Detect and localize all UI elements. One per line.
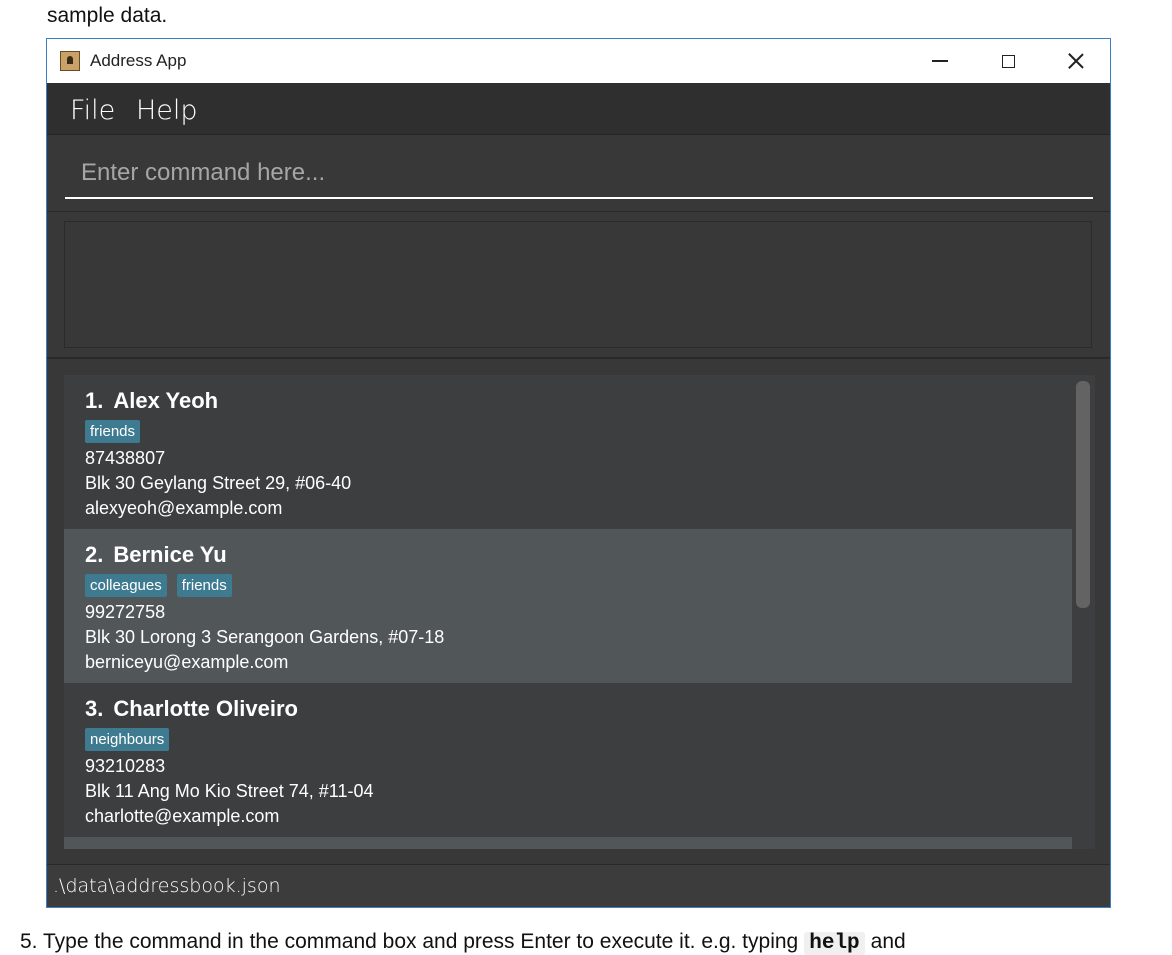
- close-button[interactable]: [1053, 45, 1099, 77]
- maximize-icon: [1001, 54, 1015, 68]
- person-email: alexyeoh@example.com: [85, 498, 283, 518]
- minimize-button[interactable]: [917, 45, 963, 77]
- status-file-path: .\data\addressbook.json: [53, 875, 281, 897]
- person-index: 3.: [85, 696, 104, 721]
- person-tags: neighbours: [85, 728, 170, 751]
- tag-label: colleagues: [85, 574, 167, 597]
- person-name: Alex Yeoh: [113, 388, 219, 413]
- person-address: Blk 30 Lorong 3 Serangoon Gardens, #07-1…: [85, 627, 445, 647]
- person-card[interactable]: 2. Bernice Yu colleagues friends 99272758…: [64, 529, 1072, 683]
- person-email: charlotte@example.com: [85, 806, 280, 826]
- minimize-icon: [932, 60, 948, 62]
- close-icon: [1068, 53, 1084, 69]
- section-divider: [47, 357, 1110, 359]
- command-box-area: [47, 135, 1110, 212]
- menu-bar: File Help: [47, 83, 1110, 135]
- person-header: 1. Alex Yeoh: [85, 388, 218, 414]
- tag-label: neighbours: [85, 728, 170, 751]
- person-index: 2.: [85, 542, 104, 567]
- person-tags: friends: [85, 420, 141, 443]
- person-card-partial[interactable]: [64, 837, 1072, 849]
- person-card[interactable]: 3. Charlotte Oliveiro neighbours 93210283…: [64, 683, 1072, 837]
- window-title: Address App: [90, 51, 187, 70]
- menu-file[interactable]: File: [70, 95, 115, 126]
- person-header: 3. Charlotte Oliveiro: [85, 696, 298, 722]
- person-tags: colleagues friends: [85, 574, 232, 597]
- person-phone: 87438807: [85, 448, 166, 468]
- status-bar: .\data\addressbook.json: [47, 864, 1110, 907]
- command-input[interactable]: [65, 149, 1093, 199]
- person-phone: 99272758: [85, 602, 166, 622]
- address-book-icon: [60, 51, 80, 71]
- person-name: Charlotte Oliveiro: [113, 696, 298, 721]
- person-address: Blk 30 Geylang Street 29, #06-40: [85, 473, 352, 493]
- title-bar[interactable]: Address App: [47, 39, 1110, 83]
- tag-label: friends: [176, 574, 232, 597]
- result-display[interactable]: [64, 221, 1092, 348]
- person-header: 2. Bernice Yu: [85, 542, 227, 568]
- person-index: 1.: [85, 388, 104, 413]
- person-card[interactable]: 1. Alex Yeoh friends 87438807 Blk 30 Geyl…: [64, 375, 1072, 529]
- menu-help[interactable]: Help: [136, 95, 198, 126]
- address-app-window: Address App File Help 1. Alex Yeoh friend…: [46, 38, 1111, 908]
- document-text-top: sample data.: [47, 4, 168, 27]
- person-list[interactable]: 1. Alex Yeoh friends 87438807 Blk 30 Geyl…: [64, 375, 1072, 849]
- scrollbar-thumb[interactable]: [1076, 381, 1090, 608]
- person-phone: 93210283: [85, 756, 166, 776]
- inline-code: help: [804, 932, 865, 955]
- document-instruction-suffix: and: [870, 930, 906, 953]
- person-email: berniceyu@example.com: [85, 652, 289, 672]
- document-instruction: 5. Type the command in the command box a…: [20, 930, 799, 953]
- document-text-bottom: 5. Type the command in the command box a…: [20, 930, 906, 955]
- tag-label: friends: [85, 420, 141, 443]
- maximize-button[interactable]: [985, 45, 1031, 77]
- person-name: Bernice Yu: [113, 542, 227, 567]
- person-address: Blk 11 Ang Mo Kio Street 74, #11-04: [85, 781, 374, 801]
- list-scrollbar[interactable]: [1072, 375, 1095, 849]
